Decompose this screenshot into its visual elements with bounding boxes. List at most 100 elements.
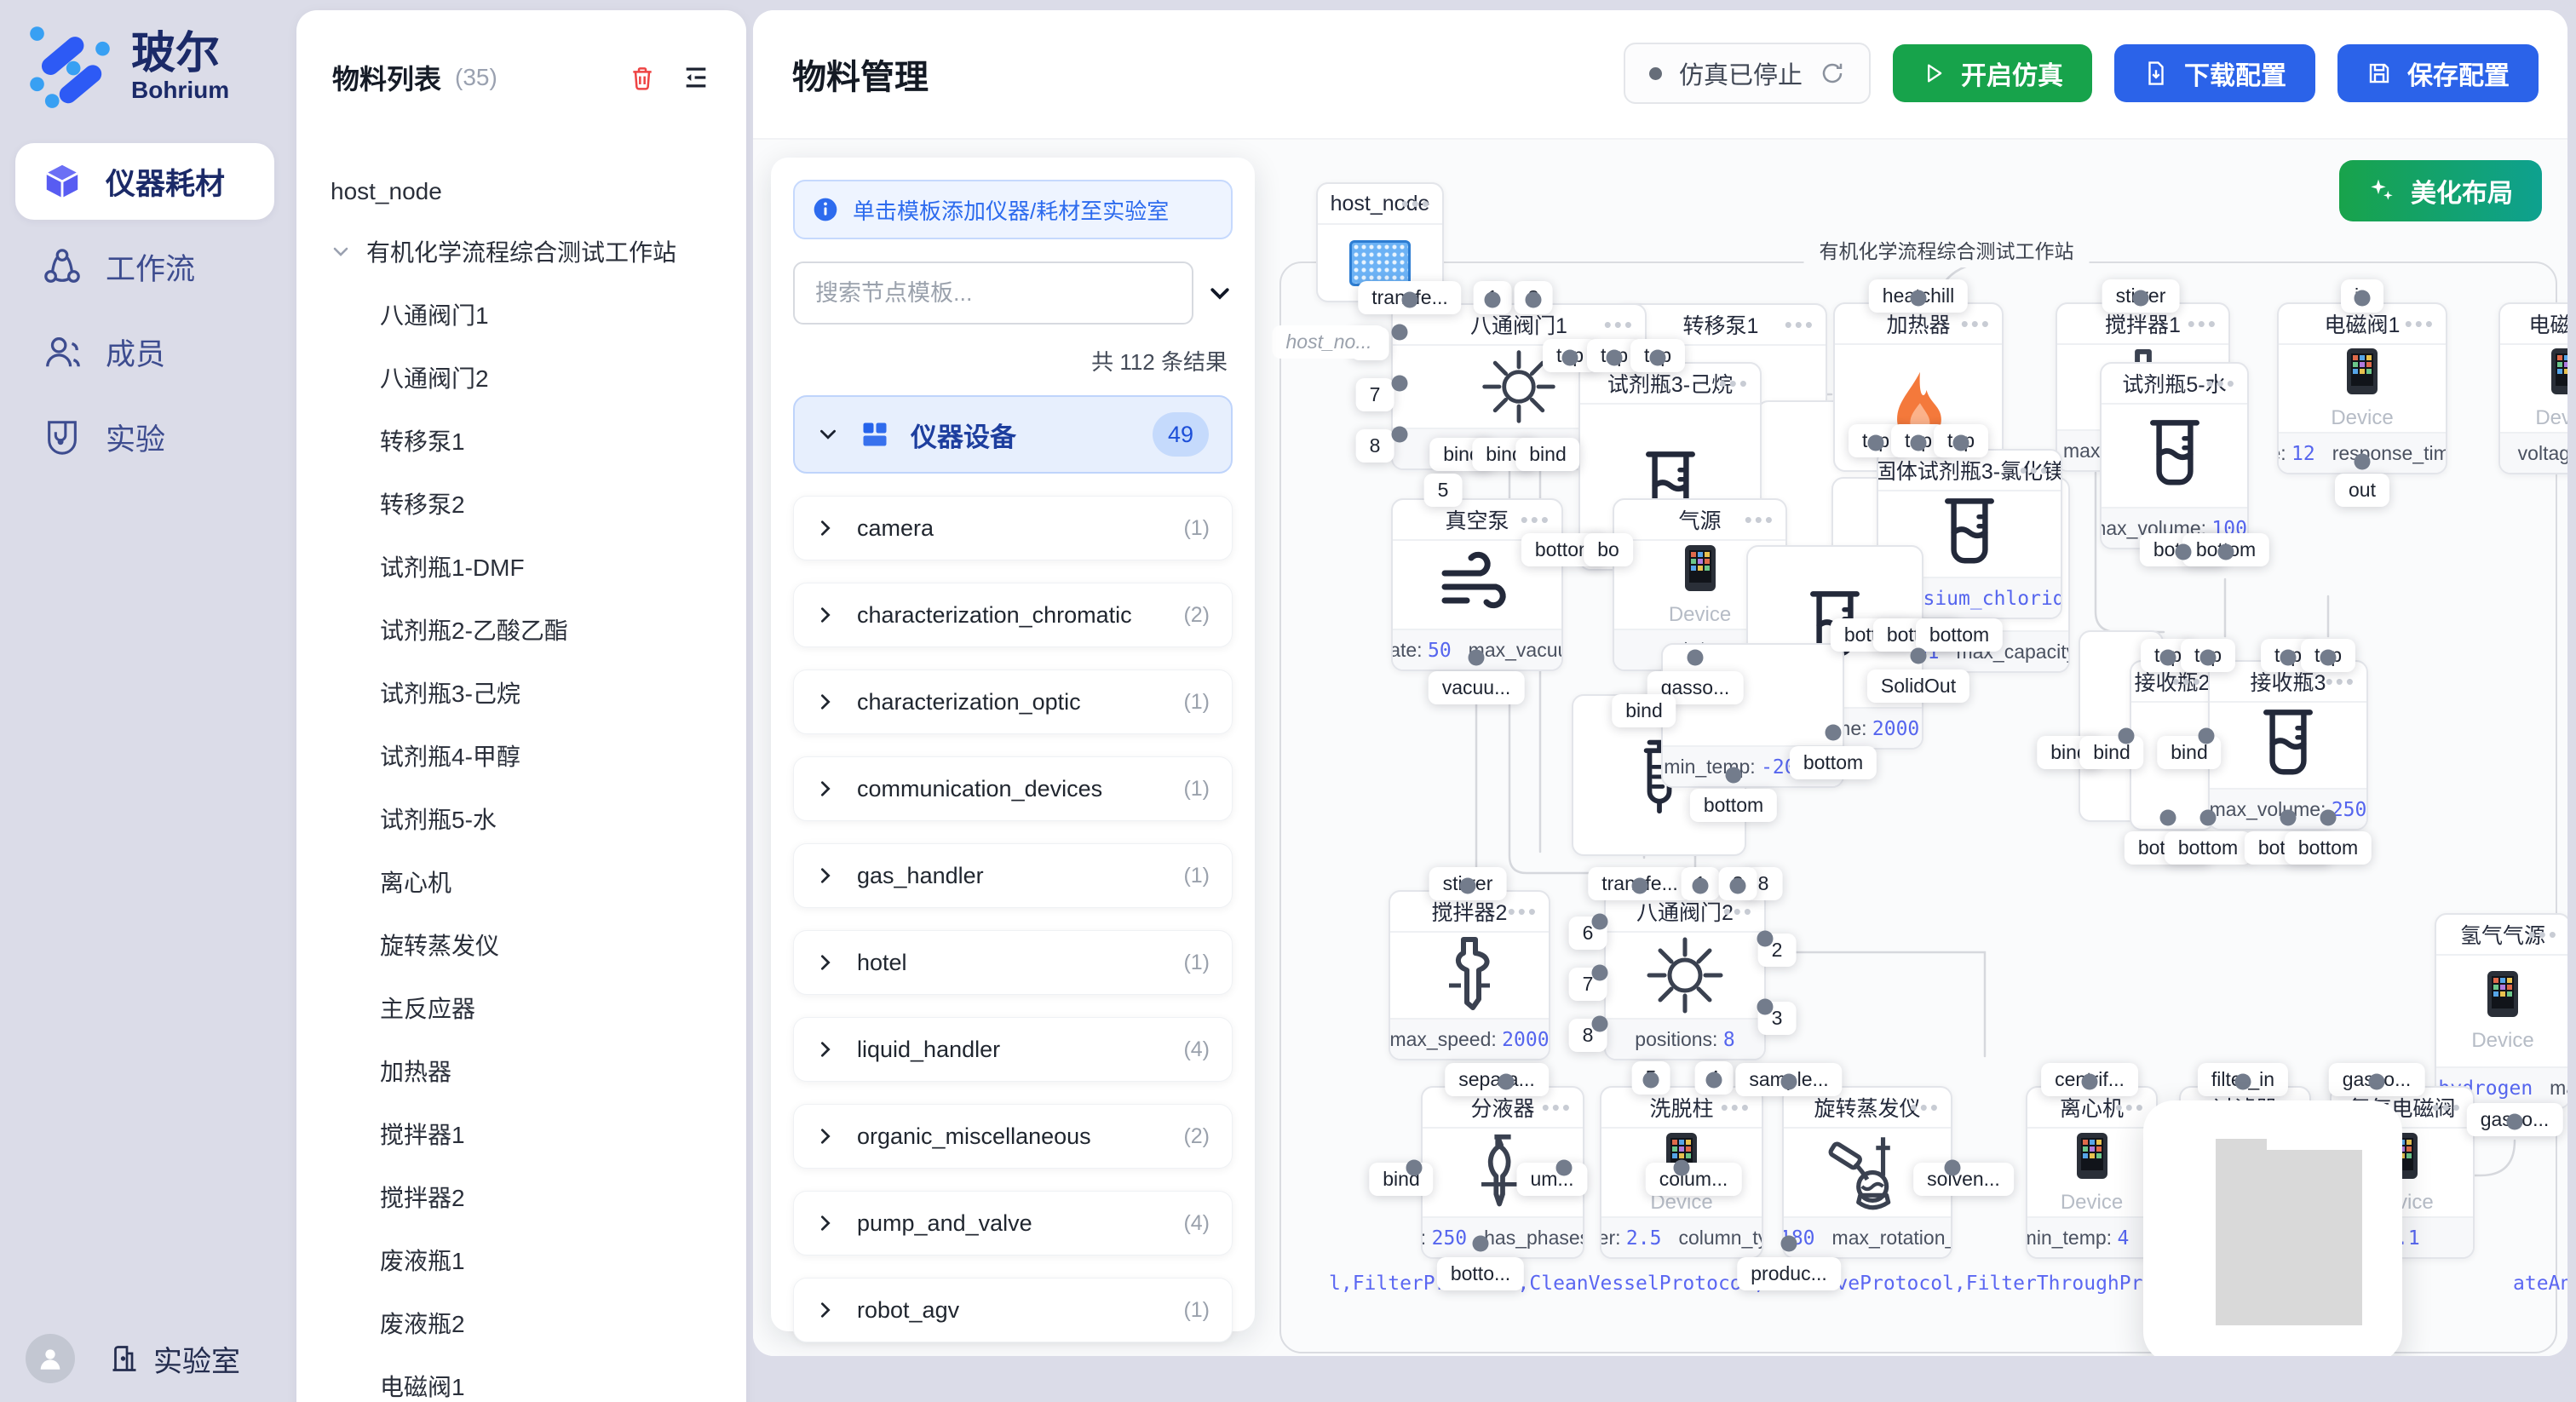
tree-item[interactable]: 八通阀门2 [296,346,746,409]
port-handle-icon[interactable] [2133,290,2149,307]
tree-item[interactable]: 试剂瓶4-甲醇 [296,724,746,787]
port-handle-icon[interactable] [2320,810,2337,826]
category-hotel[interactable]: hotel(1) [793,930,1233,995]
tree-item[interactable]: 离心机 [296,850,746,913]
port-handle-icon[interactable] [1498,1074,1515,1090]
tree-item[interactable]: 试剂瓶5-水 [296,787,746,850]
canvas-node-试剂瓶5-水[interactable]: 试剂瓶5-水•••max_volume: 1000 [2100,362,2249,549]
port-handle-icon[interactable] [1650,350,1666,366]
collapse-panel-icon[interactable] [681,63,710,92]
port-pill-bind[interactable]: bind [1612,694,1676,727]
download-config-button[interactable]: 下载配置 [2114,44,2315,102]
category-pump_and_valve[interactable]: pump_and_valve(4) [793,1191,1233,1255]
beautify-layout-button[interactable]: 美化布局 [2339,160,2542,221]
port-pill-separa[interactable]: separa... [1445,1063,1549,1096]
port-pill-SolidOut[interactable]: SolidOut [1867,669,1969,703]
canvas-node-电磁阀2[interactable]: 电磁阀2•••Devicevoltage: 12 [2498,302,2567,474]
port-handle-icon[interactable] [1406,1160,1423,1176]
port-handle-icon[interactable] [1674,1160,1690,1176]
tree-item[interactable]: 试剂瓶1-DMF [296,535,746,598]
node-menu-icon[interactable]: ••• [1521,507,1551,533]
category-liquid_handler[interactable]: liquid_handler(4) [793,1017,1233,1082]
node-menu-icon[interactable]: ••• [1721,1095,1751,1121]
sidebar-item-2[interactable]: 工作流 [15,228,274,305]
port-handle-icon[interactable] [2176,544,2192,560]
canvas-node-真空泵[interactable]: 真空泵•••pump_rate: 50max_vacuum: 0.1 [1391,498,1563,671]
port-handle-icon[interactable] [1781,1074,1797,1090]
port-handle-icon[interactable] [2218,544,2234,560]
tree-item[interactable]: 试剂瓶2-乙酸乙酯 [296,598,746,661]
port-pill-bottom[interactable]: bottom [1790,746,1877,779]
node-menu-icon[interactable]: ••• [2188,311,2218,337]
node-menu-icon[interactable]: ••• [1745,507,1775,533]
node-menu-icon[interactable]: ••• [1785,312,1815,338]
tree-item[interactable]: 搅拌器1 [296,1102,746,1165]
port-handle-icon[interactable] [1945,1160,1961,1176]
port-pill-bottom[interactable]: bottom [2285,831,2372,865]
port-handle-icon[interactable] [1592,914,1608,930]
canvas-node-氢气气源[interactable]: 氢气气源•••Device_type: hydrogenmax_pre [2435,913,2567,1109]
tree-group-workstation[interactable]: 有机化学流程综合测试工作站 [296,220,746,283]
port-handle-icon[interactable] [1826,725,1842,741]
port-pill-out[interactable]: out [2335,474,2389,507]
save-config-button[interactable]: 保存配置 [2337,44,2539,102]
port-handle-icon[interactable] [2355,454,2371,470]
node-menu-icon[interactable]: ••• [1401,191,1432,217]
tree-item[interactable]: 电磁阀1 [296,1354,746,1402]
port-handle-icon[interactable] [1632,878,1648,894]
port-pill-bind[interactable]: bind [2079,736,2143,769]
canvas-node-接收瓶3[interactable]: 接收瓶3•••max_volume: 250 [2208,660,2368,830]
port-handle-icon[interactable] [1562,350,1578,366]
node-menu-icon[interactable]: ••• [1719,371,1750,397]
node-menu-icon[interactable]: ••• [1723,899,1754,925]
port-pill-vacuu[interactable]: vacuu... [1429,671,1525,704]
category-camera[interactable]: camera(1) [793,496,1233,560]
node-menu-icon[interactable]: ••• [1961,311,1992,337]
port-handle-icon[interactable] [1392,427,1408,443]
node-menu-icon[interactable]: ••• [1542,1095,1573,1121]
port-handle-icon[interactable] [1392,376,1408,392]
canvas-node-八通阀门2[interactable]: 八通阀门2•••positions: 8 [1604,890,1766,1060]
port-handle-icon[interactable] [1781,1236,1797,1252]
port-pill-botto[interactable]: botto... [1437,1257,1524,1290]
port-pill-colum[interactable]: colum... [1646,1163,1742,1196]
node-menu-icon[interactable]: ••• [2206,371,2237,397]
port-handle-icon[interactable] [1730,878,1746,894]
lab-link[interactable]: 实验室 [109,1338,240,1380]
tree-item[interactable]: 加热器 [296,1039,746,1102]
port-handle-icon[interactable] [2200,650,2217,666]
port-handle-icon[interactable] [1592,1016,1608,1032]
node-menu-icon[interactable]: ••• [1604,312,1635,338]
sidebar-item-3[interactable]: 成员 [15,313,274,390]
port-pill-bind[interactable]: bind [1369,1163,1433,1196]
port-pill-solven[interactable]: solven... [1913,1163,2014,1196]
port-handle-icon[interactable] [1757,931,1774,947]
port-handle-icon[interactable] [2119,728,2135,744]
category-characterization_optic[interactable]: characterization_optic(1) [793,669,1233,734]
port-handle-icon[interactable] [2369,1074,2385,1090]
node-menu-icon[interactable]: ••• [1910,1095,1941,1121]
port-handle-icon[interactable] [1592,965,1608,981]
port-handle-icon[interactable] [1693,878,1709,894]
port-handle-icon[interactable] [1485,292,1501,308]
category-characterization_chromatic[interactable]: characterization_chromatic(2) [793,583,1233,647]
port-handle-icon[interactable] [1688,650,1704,666]
port-handle-icon[interactable] [2280,810,2297,826]
port-handle-icon[interactable] [2507,1114,2523,1130]
tree-item[interactable]: 搅拌器2 [296,1165,746,1228]
port-handle-icon[interactable] [1953,435,1969,451]
port-pill-um[interactable]: um... [1516,1163,1587,1196]
category-communication_devices[interactable]: communication_devices(1) [793,756,1233,821]
port-handle-icon[interactable] [1911,435,1927,451]
tree-item[interactable]: 废液瓶2 [296,1291,746,1354]
category-gas_handler[interactable]: gas_handler(1) [793,843,1233,908]
node-menu-icon[interactable]: ••• [2172,669,2203,695]
category-robot_agv[interactable]: robot_agv(1) [793,1278,1233,1342]
port-pill-bottom[interactable]: bottom [2165,831,2251,865]
port-handle-icon[interactable] [2160,650,2176,666]
port-handle-icon[interactable] [2235,1074,2251,1090]
port-handle-icon[interactable] [1392,325,1408,341]
port-handle-icon[interactable] [1643,1072,1659,1089]
port-handle-icon[interactable] [1556,1160,1573,1176]
node-menu-icon[interactable]: ••• [1508,899,1538,925]
